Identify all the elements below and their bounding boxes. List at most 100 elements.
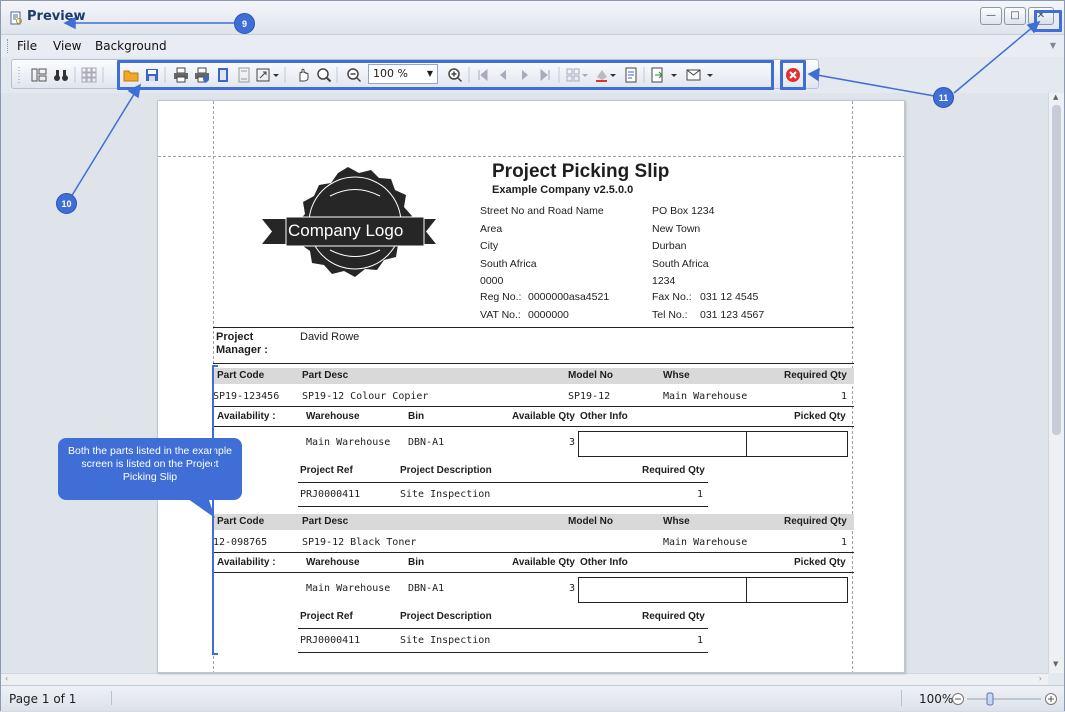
available-qty-header: Available Qty: [512, 557, 575, 568]
available-qty-value: 3: [569, 583, 576, 594]
menu-file[interactable]: File: [17, 39, 37, 53]
bin-header: Bin: [408, 411, 425, 422]
divider: [213, 426, 854, 427]
divider: [298, 628, 708, 629]
vat-value: 0000000: [528, 309, 569, 321]
address-line: 1234: [652, 275, 676, 287]
project-manager-label: Project: [216, 331, 254, 343]
callout-text: Both the parts listed in the example scr…: [67, 445, 232, 483]
divider: [298, 482, 708, 483]
project-ref-value: PRJ0000411: [300, 635, 361, 646]
other-info-box[interactable]: [578, 431, 771, 457]
address-line: PO Box 1234: [652, 205, 715, 217]
required-qty-value: 1: [841, 391, 848, 402]
scroll-down-icon[interactable]: ▼: [1053, 660, 1058, 668]
project-required-qty-header: Required Qty: [642, 611, 705, 622]
project-ref-header: Project Ref: [300, 611, 353, 622]
step-badge-11: 11: [933, 87, 954, 108]
address-line: South Africa: [480, 257, 537, 270]
project-description-value: Site Inspection: [400, 489, 491, 500]
fax-label: Fax No.:: [652, 291, 692, 303]
zoom-level: 100%: [919, 692, 954, 706]
toolbar-separator: [74, 66, 76, 84]
title-bar: Preview — □ ✕: [1, 1, 1064, 35]
vertical-scroll-thumb[interactable]: [1052, 105, 1061, 435]
address-line: South Africa: [652, 257, 709, 270]
project-required-qty-value: 1: [697, 635, 704, 646]
tel-label: Tel No.:: [652, 309, 688, 321]
scroll-left-icon[interactable]: ‹: [5, 674, 8, 683]
project-manager-value: David Rowe: [300, 331, 360, 343]
divider: [298, 506, 708, 507]
other-info-box[interactable]: [578, 577, 771, 603]
whse-header: Whse: [663, 370, 690, 381]
menu-view[interactable]: View: [53, 39, 81, 53]
window-close-highlight-box: [1034, 10, 1062, 32]
window-title: Preview: [27, 9, 86, 24]
menu-background[interactable]: Background: [95, 39, 167, 53]
part-desc-header: Part Desc: [302, 516, 349, 527]
warehouse-header: Warehouse: [306, 411, 360, 422]
address-line: Durban: [652, 240, 687, 252]
divider: [213, 572, 854, 573]
model-no-header: Model No: [568, 516, 613, 527]
bin-value: DBN-A1: [408, 437, 445, 448]
address-line: 0000: [480, 275, 504, 287]
divider: [213, 363, 854, 364]
bin-header: Bin: [408, 557, 425, 568]
availability-label: Availability :: [217, 557, 276, 568]
close-button-highlight-box: [780, 60, 806, 90]
document-map-icon[interactable]: [30, 66, 48, 84]
page-indicator: Page 1 of 1: [9, 692, 77, 706]
project-ref-value: PRJ0000411: [300, 489, 361, 500]
scroll-up-icon[interactable]: ▲: [1053, 93, 1058, 101]
toolbar-separator: [102, 66, 104, 84]
horizontal-scrollbar[interactable]: ‹ ›: [1, 673, 1048, 685]
project-description-value: Site Inspection: [400, 635, 491, 646]
report-title: Project Picking Slip: [492, 161, 670, 182]
divider: [213, 552, 854, 553]
menu-overflow-icon[interactable]: ▼: [1050, 41, 1056, 50]
picked-qty-box[interactable]: [746, 431, 848, 457]
project-ref-header: Project Ref: [300, 465, 353, 476]
part-code-header: Part Code: [217, 370, 265, 381]
model-no-value: SP19-12: [568, 391, 611, 402]
other-info-header: Other Info: [580, 557, 628, 568]
status-bar: Page 1 of 1 100%: [1, 685, 1064, 711]
maximize-button[interactable]: □: [1004, 7, 1026, 25]
part-desc-value: SP19-12 Colour Copier: [302, 391, 429, 402]
zoom-slider[interactable]: [951, 691, 1063, 707]
picked-qty-box[interactable]: [746, 577, 848, 603]
picked-qty-header: Picked Qty: [794, 411, 846, 422]
toolbar-highlight-box: [117, 60, 774, 90]
address-line: New Town: [652, 222, 701, 235]
report-page: Company Logo Project Picking Slip Exampl…: [157, 100, 905, 673]
preview-app-icon: [10, 11, 22, 25]
whse-value: Main Warehouse: [663, 391, 748, 402]
scroll-right-icon[interactable]: ›: [1039, 674, 1042, 683]
vat-label: VAT No.:: [480, 309, 521, 321]
model-no-header: Model No: [568, 370, 613, 381]
address-left: Street No and Road Name Area City South …: [480, 203, 604, 291]
project-required-qty-header: Required Qty: [642, 465, 705, 476]
minimize-button[interactable]: —: [980, 7, 1002, 25]
status-separator: [901, 690, 902, 706]
whse-header: Whse: [663, 516, 690, 527]
margin-guide: [852, 101, 853, 672]
find-binoculars-icon[interactable]: [52, 66, 70, 84]
required-qty-value: 1: [841, 537, 848, 548]
vertical-scrollbar[interactable]: ▲ ▼: [1048, 93, 1064, 673]
warehouse-value: Main Warehouse: [306, 583, 391, 594]
project-required-qty-value: 1: [697, 489, 704, 500]
parts-bracket: [212, 365, 218, 655]
reg-label: Reg No.:: [480, 291, 522, 303]
address-right: PO Box 1234 New Town Durban South Africa…: [652, 203, 714, 291]
address-line: City: [480, 240, 499, 252]
project-description-header: Project Description: [400, 611, 492, 622]
bin-value: DBN-A1: [408, 583, 445, 594]
thumbnails-icon[interactable]: [80, 66, 98, 84]
step-badge-9: 9: [234, 13, 255, 34]
fax-value: 031 12 4545: [700, 291, 759, 303]
address-line: Street No and Road Name: [480, 205, 604, 217]
availability-label: Availability :: [217, 411, 276, 422]
